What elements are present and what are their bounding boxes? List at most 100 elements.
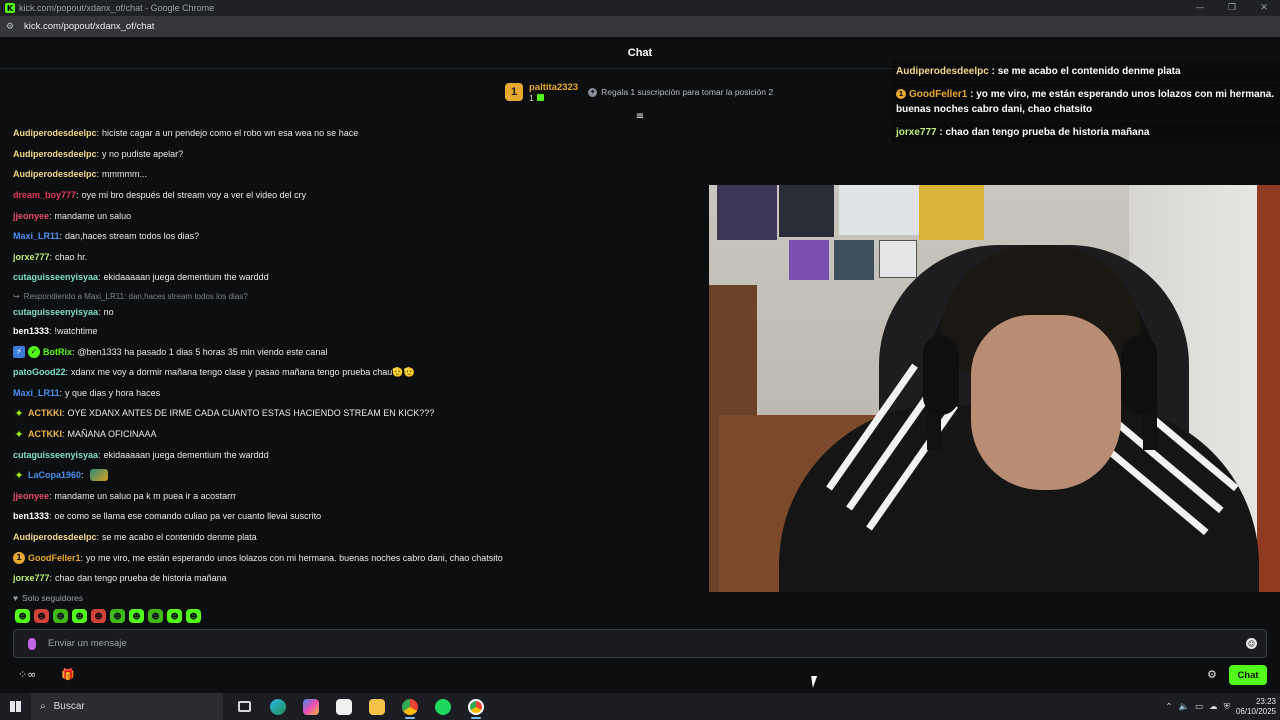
gift-sub-text: Regala 1 suscripción para tomar la posic… <box>601 87 774 97</box>
gift-icon[interactable]: 🎁 <box>61 668 75 681</box>
message-text: yo me viro, me están esperando unos lola… <box>86 552 503 563</box>
sub-leaderboard[interactable]: 1 paltita2323 1 ✦ Regala 1 suscripción p… <box>505 77 795 107</box>
chat-message: ✦ ACTKKI: OYE XDANX ANTES DE IRME CADA CUA… <box>13 403 703 424</box>
shield-icon[interactable]: ⛨ <box>1224 702 1230 712</box>
message-username[interactable]: ben1333 <box>13 326 49 336</box>
message-separator: : <box>98 306 101 317</box>
message-username[interactable]: Maxi_LR11 <box>13 231 60 241</box>
sparkle-badge-icon: ✦ <box>14 406 24 420</box>
message-username[interactable]: Audiperodesdeelpc <box>13 128 97 138</box>
copilot-icon[interactable] <box>294 693 327 720</box>
message-separator: : <box>76 190 79 201</box>
emote-icon[interactable]: ☻ <box>186 609 201 623</box>
message-username[interactable]: jorxe777 <box>13 573 50 583</box>
message-username[interactable]: cutaguisseenyisyaa <box>13 272 98 282</box>
channel-points-icon[interactable]: ⁘∞ <box>18 668 36 681</box>
file-explorer-icon[interactable] <box>360 693 393 720</box>
chat-message: jjeonyee: mandame un saluo pa k m puea ir… <box>13 486 703 507</box>
chat-message: Audiperodesdeelpc: se me acabo el conteni… <box>13 527 703 548</box>
message-text: oye mi bro después del stream voy a ver … <box>81 190 307 201</box>
close-button[interactable]: ✕ <box>1248 0 1280 16</box>
message-separator: : <box>49 326 52 337</box>
message-username[interactable]: Audiperodesdeelpc <box>13 532 97 542</box>
clock-time: 23:23 <box>1255 696 1276 706</box>
message-input-box[interactable]: ☺ <box>13 629 1267 658</box>
spotify-icon[interactable] <box>426 693 459 720</box>
chat-title: Chat <box>627 47 653 59</box>
message-username[interactable]: ACTKKI <box>28 429 62 439</box>
emote-icon[interactable]: ☻ <box>72 609 87 623</box>
emote-icon[interactable]: ☻ <box>91 609 106 623</box>
gear-icon[interactable]: ⚙ <box>1207 668 1217 681</box>
emote-icon[interactable]: ☻ <box>148 609 163 623</box>
emote-icon[interactable]: ☻ <box>167 609 182 623</box>
chrome-profile-icon[interactable] <box>459 693 492 720</box>
emote-icon[interactable]: ☻ <box>53 609 68 623</box>
send-chat-button[interactable]: Chat <box>1229 665 1267 685</box>
message-username[interactable]: patoGood22 <box>13 367 66 377</box>
site-settings-icon[interactable]: ⚙ <box>6 22 18 32</box>
gift-rank-badge-icon: 1 <box>896 89 906 100</box>
reply-context[interactable]: ↪ Respondiendo a Maxi_LR11: dan,haces str… <box>13 290 703 303</box>
message-username[interactable]: BotRix <box>43 347 72 357</box>
message-text: ekidaaaaan juega dementium the warddd <box>103 449 269 460</box>
chat-message: Audiperodesdeelpc: hiciste cagar a un pen… <box>13 123 703 144</box>
message-separator: : <box>96 531 100 542</box>
chevron-up-icon[interactable]: ⌃ <box>1165 702 1172 712</box>
emote-icon[interactable]: ☻ <box>34 609 49 623</box>
volume-icon[interactable]: 🔈 <box>1178 702 1189 712</box>
sparkle-badge-icon: ✦ <box>14 427 24 441</box>
message-username[interactable]: Maxi_LR11 <box>13 388 60 398</box>
message-separator: : <box>81 470 84 481</box>
store-icon[interactable] <box>327 693 360 720</box>
chat-message: ben1333: oe como se llama ese comando cul… <box>13 506 703 527</box>
webcam-video <box>709 185 1280 592</box>
restore-button[interactable]: ❐ <box>1216 0 1248 16</box>
emote-icon[interactable]: ☻ <box>15 609 30 623</box>
message-username[interactable]: LaCopa1960 <box>28 470 81 480</box>
edge-icon[interactable] <box>261 693 294 720</box>
message-username[interactable]: cutaguisseenyisyaa <box>13 307 98 317</box>
message-username[interactable]: jjeonyee <box>13 491 49 501</box>
window-title: kick.com/popout/xdanx_of/chat - Google C… <box>19 3 215 13</box>
message-username[interactable]: ben1333 <box>13 511 49 521</box>
chrome-icon[interactable] <box>393 693 426 720</box>
network-icon[interactable]: ▭ <box>1195 702 1203 712</box>
message-username[interactable]: jorxe777 <box>13 252 50 262</box>
message-text: ekidaaaaan juega dementium the warddd <box>103 272 269 283</box>
emote-icon[interactable]: ☻ <box>110 609 125 623</box>
clock[interactable]: 23:23 06/10/2025 <box>1236 697 1276 717</box>
message-username[interactable]: jjeonyee <box>13 211 49 221</box>
minimize-button[interactable]: — <box>1184 0 1216 16</box>
message-input[interactable] <box>48 638 1198 649</box>
kick-favicon-icon: K <box>5 3 15 13</box>
gift-rank-badge-icon: 1 <box>13 551 25 564</box>
message-username[interactable]: ACTKKI <box>28 408 62 418</box>
message-separator: : <box>49 511 52 522</box>
message-username[interactable]: cutaguisseenyisyaa <box>13 450 98 460</box>
message-text: @ben1333 ha pasado 1 dias 5 horas 35 min… <box>77 346 328 357</box>
emoji-picker-icon[interactable]: ☺ <box>1246 638 1257 649</box>
emote-icon[interactable] <box>89 469 108 482</box>
chat-message: ⚡ ✓ BotRix: @ben1333 ha pasado 1 dias 5 hor… <box>13 341 703 362</box>
message-separator: : <box>96 169 100 180</box>
url-text[interactable]: kick.com/popout/xdanx_of/chat <box>24 21 154 32</box>
emote-icon[interactable]: ☻ <box>129 609 144 623</box>
overlay-message: 1 GoodFeller1 : yo me viro, me están espe… <box>892 84 1280 120</box>
leaderboard-username[interactable]: paltita2323 <box>529 82 578 93</box>
taskbar-search[interactable]: ⌕ Buscar <box>31 693 223 720</box>
task-view-icon[interactable] <box>228 693 261 720</box>
collapse-pinned-icon[interactable]: ≡ <box>634 112 646 122</box>
message-username[interactable]: GoodFeller1 <box>28 553 81 563</box>
mic-icon[interactable] <box>28 637 36 650</box>
message-username[interactable]: Audiperodesdeelpc <box>13 149 97 159</box>
message-separator: : <box>49 210 52 221</box>
cloud-icon[interactable]: ☁ <box>1209 702 1218 712</box>
gift-sub-prompt[interactable]: ✦ Regala 1 suscripción para tomar la pos… <box>588 87 773 97</box>
address-bar[interactable]: ⚙ kick.com/popout/xdanx_of/chat <box>0 16 1280 38</box>
message-separator: : <box>96 148 100 159</box>
message-username[interactable]: Audiperodesdeelpc <box>13 169 97 179</box>
start-button[interactable] <box>0 693 30 720</box>
message-separator: : <box>62 408 65 419</box>
message-username[interactable]: dream_boy777 <box>13 190 76 200</box>
